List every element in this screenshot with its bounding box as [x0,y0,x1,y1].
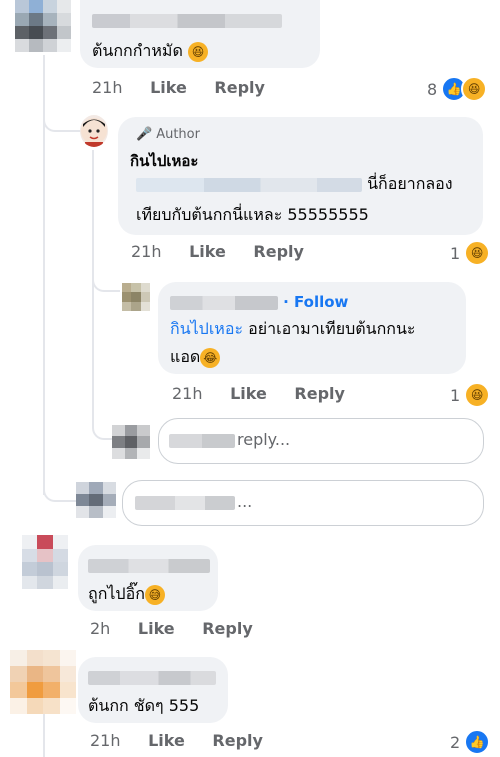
timestamp[interactable]: 21h [92,78,123,97]
like-button[interactable]: Like [230,384,267,403]
avatar[interactable] [10,650,76,714]
comment-bubble: ต้นกกกำหมัด 😆 [80,0,320,68]
commenter-name-blurred[interactable] [88,555,210,574]
reply-button[interactable]: Reply [212,731,263,750]
reply-meta: 21h Like Reply [131,242,326,261]
comment-meta: 21h Like Reply [92,78,287,97]
reaction-summary[interactable]: 8 👍 😆 [427,76,488,102]
comment-meta: 2h Like Reply [90,619,275,638]
rofl-emoji-icon: 😆 [187,41,208,62]
like-button[interactable]: Like [150,78,187,97]
comment-bubble: ถูกไปอิ๊ก 😅 [78,545,218,611]
timestamp[interactable]: 21h [90,731,121,750]
reply-input[interactable]: reply... [158,418,484,464]
reply-button[interactable]: Reply [253,242,304,261]
reply-button[interactable]: Reply [294,384,345,403]
haha-reaction-icon: 😆 [464,382,491,408]
like-reaction-icon: 👍 [464,729,491,755]
reaction-count: 1 [450,243,461,263]
avatar[interactable] [15,0,71,52]
comment-input[interactable]: ... [122,480,484,526]
comment-text: นี่ก็อยากลอง [136,169,453,199]
reaction-count: 2 [450,732,461,752]
reply-button[interactable]: Reply [214,78,265,97]
current-user-avatar [112,425,150,459]
author-badge: 🎤 Author [136,127,200,142]
comment-text-line2: เทียบกับต้นกกนี่แหละ 55555555 [136,205,369,224]
reply-bubble: · Follow กินไปเหอะ อย่าเอามาเทียบต้นกกนะ… [158,282,466,374]
like-button[interactable]: Like [138,619,175,638]
comment-text: กินไปเหอะ อย่าเอามาเทียบต้นกกนะ [170,319,416,338]
comment-text: ถูกไปอิ๊ก 😅 [88,579,165,609]
blurred-text [135,496,235,510]
like-button[interactable]: Like [189,242,226,261]
cartoon-face-icon [81,118,107,147]
reply-meta: 21h Like Reply [172,384,367,403]
reply-placeholder: reply... [237,430,291,449]
commenter-name-blurred[interactable] [88,667,216,686]
comment-text: ต้นกก ชัดๆ 555 [88,696,200,715]
comment-placeholder: ... [237,492,253,511]
microphone-icon: 🎤 [136,127,153,142]
reaction-count: 8 [427,79,438,99]
reaction-summary[interactable]: 1 😆 [450,382,491,408]
commenter-name-blurred[interactable] [92,10,282,29]
connector-reply-1 [43,90,81,132]
reply-bubble: 🎤 Author กินไปเหอะ นี่ก็อยากลอง เทียบกับ… [118,117,483,235]
reaction-summary[interactable]: 1 😆 [450,240,491,266]
avatar[interactable] [122,283,150,311]
laughing-tears-emoji-icon: 😂 [200,347,221,368]
reply-button[interactable]: Reply [202,619,253,638]
commenter-name-blurred[interactable]: · Follow [170,292,348,311]
timestamp[interactable]: 21h [131,242,162,261]
reaction-count: 1 [450,385,461,405]
comment-text: ต้นกกกำหมัด 😆 [92,36,208,66]
mention-link[interactable]: กินไปเหอะ [170,319,243,338]
author-avatar[interactable] [80,115,108,147]
current-user-avatar [76,482,116,518]
avatar[interactable] [22,535,68,589]
comment-meta: 21h Like Reply [90,731,285,750]
haha-reaction-icon: 😆 [461,76,488,102]
comment-bubble: ต้นกก ชัดๆ 555 [78,657,228,723]
timestamp[interactable]: 21h [172,384,203,403]
like-button[interactable]: Like [148,731,185,750]
connector-reply-2 [92,260,120,292]
comment-text-line2: แอด 😂 [170,342,221,372]
reaction-summary[interactable]: 2 👍 [450,729,491,755]
blurred-text [136,177,362,192]
timestamp[interactable]: 2h [90,619,110,638]
blurred-text [169,434,235,448]
follow-button[interactable]: · Follow [283,293,348,311]
sweat-smile-emoji-icon: 😅 [144,584,165,605]
haha-reaction-icon: 😆 [464,240,491,266]
